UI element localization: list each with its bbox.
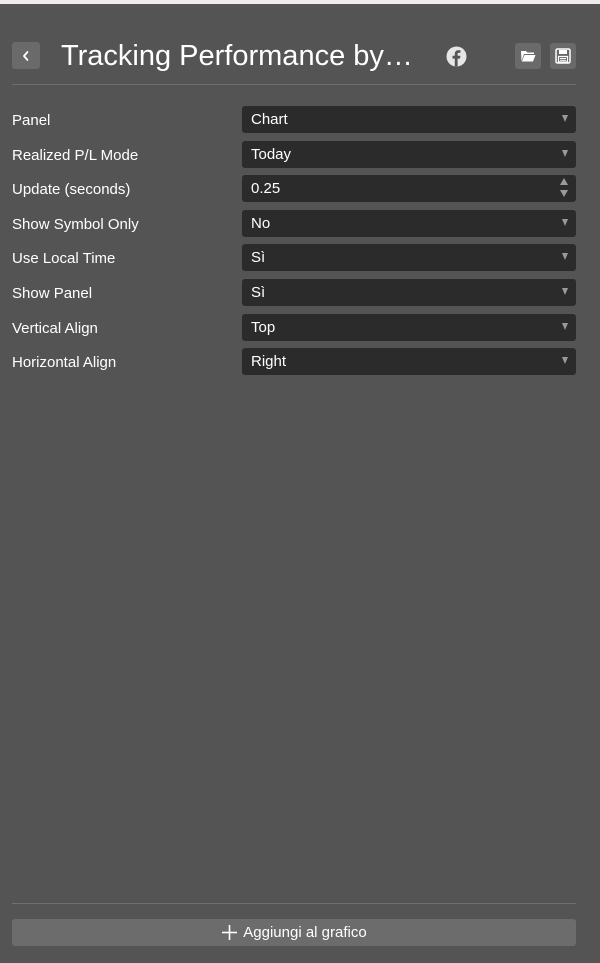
select-value: Top bbox=[251, 318, 276, 336]
back-button[interactable] bbox=[12, 42, 40, 69]
floppy-disk-icon bbox=[555, 48, 571, 64]
select-value: No bbox=[251, 214, 271, 232]
facebook-icon[interactable] bbox=[446, 46, 467, 67]
use-local-time-select[interactable]: Sì bbox=[242, 244, 576, 272]
spin-down-icon[interactable] bbox=[560, 190, 568, 198]
add-to-chart-button[interactable]: Aggiungi al grafico bbox=[12, 919, 576, 946]
select-value: Chart bbox=[251, 111, 288, 128]
chevron-down-icon bbox=[562, 322, 568, 330]
chevron-down-icon bbox=[562, 287, 568, 295]
setting-row-use-local-time: Use Local Time Sì bbox=[12, 244, 576, 279]
spin-up-icon[interactable] bbox=[560, 178, 568, 186]
setting-label: Panel bbox=[12, 112, 51, 129]
vertical-align-select[interactable]: Top bbox=[242, 313, 576, 341]
chevron-down-icon bbox=[562, 357, 568, 365]
select-value: Sì bbox=[251, 249, 266, 267]
open-button[interactable] bbox=[515, 43, 541, 69]
setting-label: Realized P/L Mode bbox=[12, 146, 139, 164]
setting-row-realized-pl-mode: Realized P/L Mode Today bbox=[12, 140, 576, 176]
add-to-chart-label: Aggiungi al grafico bbox=[243, 924, 367, 941]
setting-label: Vertical Align bbox=[12, 319, 98, 337]
setting-row-vertical-align: Vertical Align Top bbox=[12, 313, 576, 349]
show-panel-select[interactable]: Sì bbox=[242, 278, 576, 306]
update-seconds-input[interactable]: 0.25 bbox=[242, 175, 576, 203]
input-value: 0.25 bbox=[251, 180, 281, 198]
header: Tracking Performance by… bbox=[12, 36, 576, 85]
setting-row-update-seconds: Update (seconds) 0.25 bbox=[12, 175, 576, 210]
chevron-down-icon bbox=[562, 149, 568, 157]
realized-pl-mode-select[interactable]: Today bbox=[242, 140, 576, 168]
plus-icon bbox=[222, 925, 238, 940]
setting-row-show-panel: Show Panel Sì bbox=[12, 278, 576, 314]
setting-label: Update (seconds) bbox=[12, 181, 131, 199]
setting-label: Use Local Time bbox=[12, 250, 116, 268]
footer-divider bbox=[12, 903, 576, 904]
chevron-down-icon bbox=[562, 253, 568, 261]
setting-row-show-symbol-only: Show Symbol Only No bbox=[12, 209, 576, 245]
setting-row-panel: Panel Chart bbox=[12, 106, 576, 141]
save-button[interactable] bbox=[550, 43, 576, 69]
folder-open-icon bbox=[521, 51, 536, 62]
select-value: Today bbox=[251, 145, 292, 163]
settings-list: Panel Chart Realized P/L Mode Today Upda… bbox=[12, 106, 576, 383]
page-title: Tracking Performance by… bbox=[61, 40, 413, 72]
setting-label: Show Symbol Only bbox=[12, 215, 139, 233]
setting-row-horizontal-align: Horizontal Align Right bbox=[12, 348, 576, 383]
select-value: Right bbox=[251, 353, 287, 371]
number-spinner[interactable] bbox=[560, 178, 569, 200]
select-value: Sì bbox=[251, 283, 266, 301]
chevron-left-icon bbox=[23, 50, 29, 61]
show-symbol-only-select[interactable]: No bbox=[242, 209, 576, 237]
setting-label: Show Panel bbox=[12, 284, 93, 302]
chevron-down-icon bbox=[562, 218, 568, 226]
panel-select[interactable]: Chart bbox=[242, 106, 576, 133]
top-strip bbox=[0, 0, 600, 4]
setting-label: Horizontal Align bbox=[12, 354, 117, 372]
horizontal-align-select[interactable]: Right bbox=[242, 348, 576, 376]
chevron-down-icon bbox=[562, 115, 568, 122]
